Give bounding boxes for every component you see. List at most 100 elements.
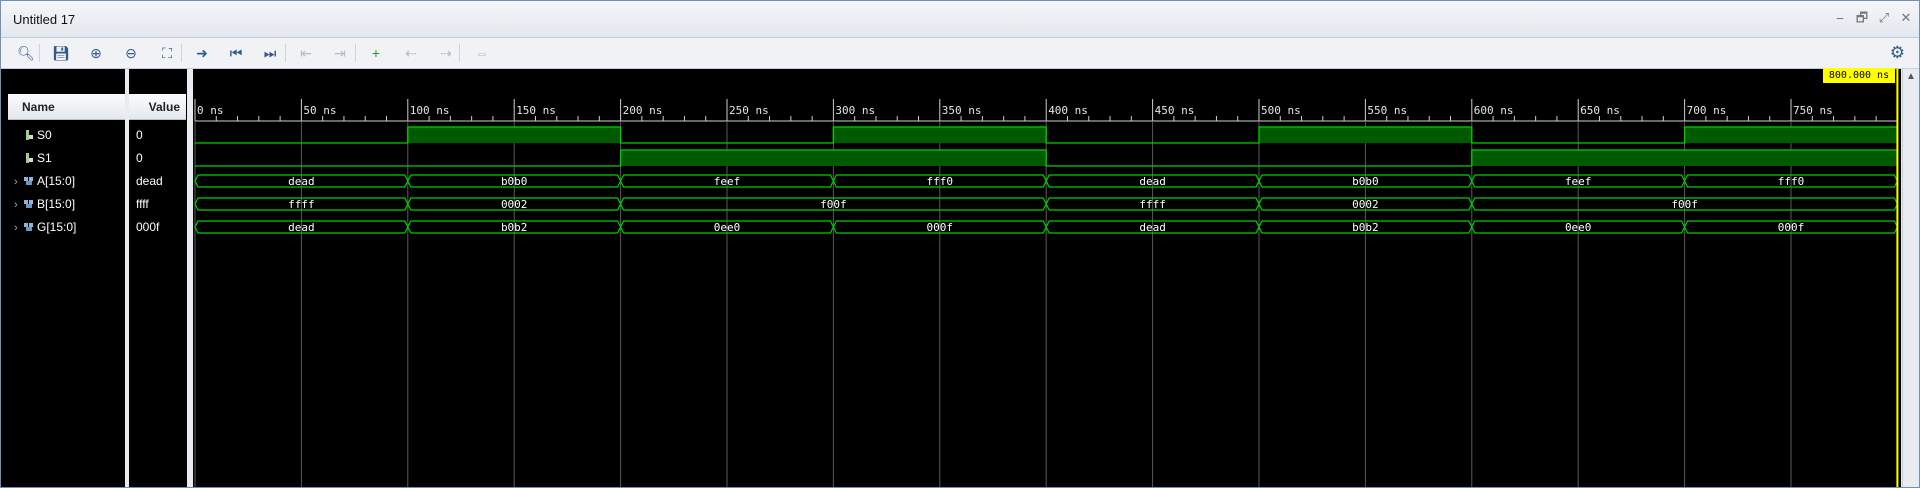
high-level-fill [407, 127, 621, 143]
bus-value-label: b0b0 [501, 175, 528, 188]
column-splitter[interactable] [125, 69, 129, 487]
title-bar: Untitled 17 ⎯ 🗗 ⤢ ✕ [1, 1, 1919, 38]
waveform-canvas[interactable]: 0 ns 50 ns 100 ns 150 ns 200 ns 250 ns 300 ns 3… [193, 69, 1901, 488]
timeline-tick-label: 600 ns [1474, 104, 1514, 117]
timeline-tick-label: 350 ns [942, 104, 982, 117]
value-column: Value 0 0 dead ffff 000f [129, 69, 186, 487]
name-column: Name S0 S1 › A[15:0] › B[15:0] › G[15:0] [8, 69, 125, 487]
zoom-in-icon[interactable]: ⊕ [83, 42, 109, 64]
bus-value-label: ffff [1139, 198, 1166, 211]
cursor-time-label: 800.000 ns [1823, 68, 1895, 83]
toolbar-separator [459, 44, 460, 62]
bus-value-label: dead [1139, 175, 1166, 188]
high-level-fill [1684, 127, 1898, 143]
chevron-right-icon[interactable]: › [14, 171, 24, 193]
swap-cursors-icon[interactable]: ⇔ [469, 42, 495, 64]
search-icon[interactable]: 🔍︎ [13, 42, 39, 64]
timeline-tick-label: 550 ns [1367, 104, 1407, 117]
pane-splitter[interactable] [187, 69, 191, 487]
go-to-cursor-icon[interactable]: ➜ [189, 42, 215, 64]
name-header[interactable]: Name [8, 94, 125, 120]
scroll-up-icon[interactable]: ▲ [1906, 71, 1916, 82]
signal-name-row[interactable]: S1 [14, 147, 52, 169]
bus-value-label: b0b0 [1352, 175, 1379, 188]
bus-value-label: b0b2 [1352, 221, 1379, 234]
bus-value-label: ffff [288, 198, 315, 211]
bus-signal-icon [24, 217, 34, 231]
add-marker-icon[interactable]: + [363, 42, 389, 64]
bus-value-label: 0ee0 [1565, 221, 1592, 234]
signal-name: S0 [37, 128, 52, 142]
window-title: Untitled 17 [13, 12, 76, 27]
gear-icon[interactable]: ⚙ [1890, 42, 1905, 64]
save-icon[interactable]: 💾︎ [48, 42, 74, 64]
toolbar-separator [181, 44, 182, 62]
timeline-tick-label: 200 ns [623, 104, 663, 117]
waveform-area[interactable]: 0 ns 50 ns 100 ns 150 ns 200 ns 250 ns 300 ns 3… [193, 69, 1901, 488]
bus-signal-icon [24, 171, 34, 185]
restore-icon[interactable]: 🗗 [1855, 10, 1869, 26]
bus-value-label: dead [1139, 221, 1166, 234]
timeline-tick-label: 100 ns [410, 104, 450, 117]
go-to-last-time-icon[interactable]: ⏭ [257, 42, 283, 64]
bus-value-label: 000f [1778, 221, 1805, 234]
timeline-tick-label: 50 ns [303, 104, 336, 117]
timeline-tick-label: 300 ns [835, 104, 875, 117]
timeline-tick-label: 650 ns [1580, 104, 1620, 117]
timeline-tick-label: 750 ns [1793, 104, 1833, 117]
timeline-tick-label: 700 ns [1687, 104, 1727, 117]
zoom-out-icon[interactable]: ⊖ [118, 42, 144, 64]
float-icon[interactable]: ⤢ [1877, 10, 1891, 26]
bus-value-label: 0002 [501, 198, 528, 211]
chevron-right-icon[interactable]: › [14, 194, 24, 216]
high-level-fill [1471, 150, 1898, 166]
go-to-time-zero-icon[interactable]: ⏮ [223, 42, 249, 64]
high-level-fill [833, 127, 1047, 143]
bus-value-label: fff0 [927, 175, 954, 188]
signal-value: ffff [136, 197, 149, 211]
signal-name-row[interactable]: › A[15:0] [14, 170, 75, 192]
timeline-tick-label: 400 ns [1048, 104, 1088, 117]
previous-marker-icon[interactable]: ⇠ [398, 42, 424, 64]
toolbar-separator [285, 44, 286, 62]
bus-value-label: 0ee0 [714, 221, 741, 234]
signal-value: 000f [136, 220, 160, 234]
zoom-fit-icon[interactable]: ⛶ [154, 42, 180, 64]
timeline-tick-label: 450 ns [1155, 104, 1195, 117]
next-marker-icon[interactable]: ⇢ [433, 42, 459, 64]
signal-value: dead [136, 174, 163, 188]
timeline-tick-label: 250 ns [729, 104, 769, 117]
bus-value-label: b0b2 [501, 221, 528, 234]
bit-signal-icon [24, 125, 34, 140]
toolbar: ⚙ 🔍︎ 💾︎ ⊕ ⊖ ⛶ ➜ ⏮ ⏭ ⇤ ⇥ + ⇠ ⇢ ⇔ [1, 38, 1919, 69]
bus-value-label: 0002 [1352, 198, 1379, 211]
next-transition-icon[interactable]: ⇥ [327, 42, 353, 64]
bus-value-label: dead [288, 175, 315, 188]
bus-value-label: fff0 [1778, 175, 1805, 188]
bus-value-label: f00f [820, 198, 847, 211]
value-header[interactable]: Value [129, 94, 186, 120]
bus-signal-icon [24, 194, 34, 208]
signal-name: S1 [37, 151, 52, 165]
signal-name-row[interactable]: S0 [14, 124, 52, 146]
timeline-tick-label: 500 ns [1261, 104, 1301, 117]
high-level-fill [1259, 127, 1472, 143]
signal-name: G[15:0] [37, 220, 77, 234]
close-icon[interactable]: ✕ [1899, 10, 1913, 26]
toolbar-separator [39, 44, 40, 62]
chevron-right-icon[interactable]: › [14, 217, 24, 239]
signal-name-row[interactable]: › B[15:0] [14, 193, 75, 215]
signal-name: A[15:0] [37, 174, 76, 188]
waveform-window: Untitled 17 ⎯ 🗗 ⤢ ✕ ⚙ 🔍︎ 💾︎ ⊕ ⊖ ⛶ ➜ ⏮ ⏭ ⇤ ⇥ + ⇠ ⇢ ⇔ N… [0, 0, 1920, 488]
signal-name-row[interactable]: › G[15:0] [14, 216, 76, 238]
minimize-icon[interactable]: ⎯ [1833, 10, 1847, 26]
previous-transition-icon[interactable]: ⇤ [293, 42, 319, 64]
window-controls: ⎯ 🗗 ⤢ ✕ [1833, 10, 1913, 26]
signal-pane: Name S0 S1 › A[15:0] › B[15:0] › G[15:0] Value … [1, 69, 191, 487]
vertical-scrollbar[interactable]: ▲ [1902, 69, 1919, 487]
toolbar-separator [355, 44, 356, 62]
bit-signal-icon [24, 148, 34, 163]
bus-value-label: dead [288, 221, 315, 234]
bus-value-label: feef [1565, 175, 1592, 188]
bus-value-label: 000f [927, 221, 954, 234]
